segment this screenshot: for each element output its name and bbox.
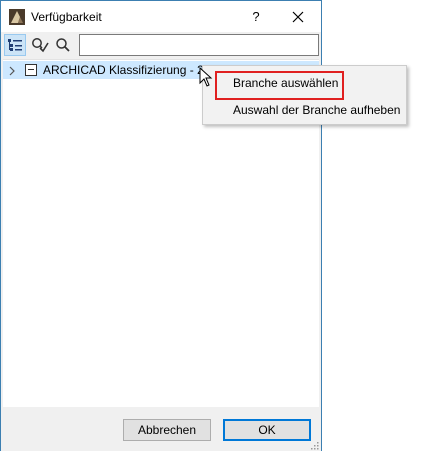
toolbar xyxy=(1,32,321,58)
tree-view-icon xyxy=(8,39,22,51)
close-icon xyxy=(292,11,304,22)
menu-item-label: Auswahl der Branche aufheben xyxy=(233,103,401,117)
annotation-highlight-box xyxy=(215,71,344,100)
filter-check-button[interactable] xyxy=(29,34,51,56)
search-button[interactable] xyxy=(52,34,74,56)
filter-check-icon xyxy=(32,38,49,53)
help-button[interactable]: ? xyxy=(239,1,273,32)
dialog-footer: Abbrechen OK xyxy=(1,407,321,451)
ok-button[interactable]: OK xyxy=(223,419,311,441)
search-icon xyxy=(56,38,70,52)
close-button[interactable] xyxy=(281,1,315,32)
mouse-cursor-icon xyxy=(199,67,213,87)
tree-view-button[interactable] xyxy=(4,34,26,56)
cancel-button[interactable]: Abbrechen xyxy=(123,419,211,441)
resize-grip-icon[interactable] xyxy=(309,439,319,450)
menu-item-deselect-branch[interactable]: Auswahl der Branche aufheben xyxy=(203,99,406,121)
collapse-toggle-icon[interactable] xyxy=(25,64,37,76)
chevron-right-icon[interactable] xyxy=(7,65,17,76)
tree-item-label: ARCHICAD Klassifizierung - 21 xyxy=(43,63,211,77)
search-input[interactable] xyxy=(79,34,319,56)
title-bar[interactable]: Verfügbarkeit ? xyxy=(1,1,321,32)
window-title: Verfügbarkeit xyxy=(31,10,102,24)
archicad-app-icon xyxy=(9,9,25,25)
